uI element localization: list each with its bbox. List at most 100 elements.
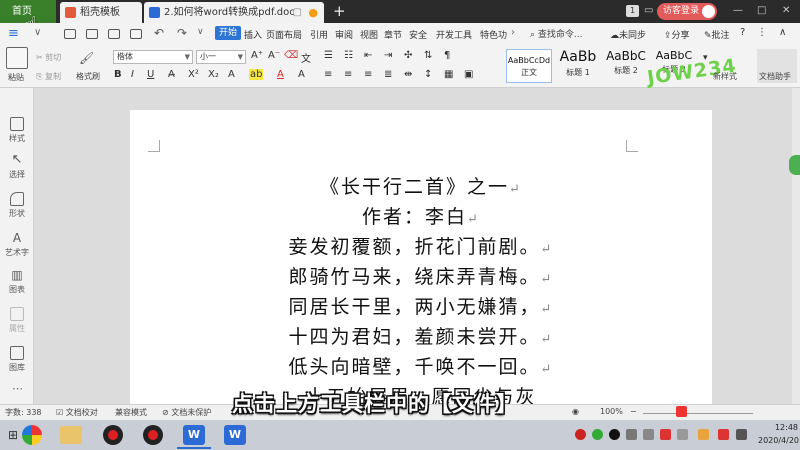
left-tool-style[interactable]: 样式 <box>0 117 34 144</box>
sort-icon[interactable]: ⇅ <box>424 50 432 61</box>
qq-tray-icon[interactable] <box>609 429 620 440</box>
strikethrough-icon[interactable]: A̶ <box>168 69 175 80</box>
menu-tab-reference[interactable]: 引用 <box>310 28 328 41</box>
style-heading-1[interactable]: AaBb 标题 1 <box>555 49 601 83</box>
left-tool-word-art[interactable]: A 艺术字 <box>0 231 34 258</box>
wps-writer-icon[interactable]: W <box>224 425 246 445</box>
volume-icon[interactable] <box>736 429 747 440</box>
style-normal[interactable]: AaBbCcDd 正文 <box>506 49 552 83</box>
more-icon[interactable]: ⋮ <box>757 27 767 38</box>
menu-tab-features[interactable]: 特色功 <box>480 28 507 41</box>
menu-tab-start[interactable]: 开始 <box>215 26 241 40</box>
style-heading-2[interactable]: AaBbC 标题 2 <box>603 49 649 83</box>
more-tools-icon[interactable]: ⋯ <box>12 382 23 395</box>
zoom-value[interactable]: 100% <box>600 407 623 416</box>
help-icon[interactable]: ? <box>740 27 745 38</box>
tab-template[interactable]: 稻壳模板 <box>60 2 142 23</box>
zoom-slider[interactable] <box>643 413 753 414</box>
document-page[interactable]: 《长干行二首》之一↵ 作者：李白↵ 妾发初覆额，折花门前剧。↵ 郎骑竹马来，绕床… <box>130 110 712 408</box>
doc-assistant-button[interactable]: 文档助手 <box>757 49 797 83</box>
grow-font-icon[interactable]: A⁺ <box>251 50 263 61</box>
sogou-ime-icon[interactable] <box>676 406 687 417</box>
minimize-icon[interactable]: — <box>733 5 743 16</box>
pinyin-icon[interactable]: 文 <box>301 50 311 65</box>
tab-monitor-icon[interactable]: ▢ <box>293 2 302 23</box>
chevron-down-icon[interactable]: ∨ <box>34 27 41 38</box>
cut-button[interactable]: ✂ 剪切 <box>36 52 61 63</box>
border-icon[interactable]: ▣ <box>464 69 473 80</box>
line-spacing-icon[interactable]: ↕ <box>424 69 432 80</box>
font-size-select[interactable]: 小一 ▼ <box>196 50 246 64</box>
app-tray-icon[interactable] <box>626 429 637 440</box>
shrink-font-icon[interactable]: A⁻ <box>268 50 280 61</box>
chevron-right-icon[interactable]: › <box>511 27 515 38</box>
highlight-icon[interactable]: ab <box>249 69 264 80</box>
app-tray-icon[interactable] <box>643 429 654 440</box>
quick-access-more-icon[interactable]: ∨ <box>197 27 204 37</box>
new-style-button[interactable]: 新样式 <box>713 71 737 82</box>
share-button[interactable]: ⇪分享 <box>664 28 690 41</box>
text-effect-icon[interactable]: A <box>228 69 235 80</box>
distribute-icon[interactable]: ⇹ <box>404 69 412 80</box>
menu-tab-security[interactable]: 安全 <box>409 28 427 41</box>
paste-button[interactable]: 粘贴 <box>8 72 24 83</box>
protect-status[interactable]: ⊘ 文档未保护 <box>162 407 211 418</box>
command-search[interactable]: ⌕ 查找命令... <box>530 27 583 40</box>
wps-writer-icon[interactable]: W <box>183 425 205 445</box>
align-right-icon[interactable]: ≡ <box>364 69 372 80</box>
windows-start-icon[interactable]: ⊞ <box>8 428 18 442</box>
new-tab-button[interactable]: + <box>333 2 346 20</box>
menu-tab-insert[interactable]: 插入 <box>244 28 262 41</box>
copy-button[interactable]: ⎘ 复制 <box>36 71 61 82</box>
menu-tab-developer[interactable]: 开发工具 <box>436 28 472 41</box>
decrease-indent-icon[interactable]: ⇤ <box>364 50 372 61</box>
bold-icon[interactable]: B <box>114 69 122 80</box>
bullet-list-icon[interactable]: ☰ <box>324 50 333 61</box>
underline-icon[interactable]: U <box>147 69 154 80</box>
zoom-out-icon[interactable]: − <box>630 407 637 416</box>
paste-icon[interactable] <box>6 47 28 69</box>
folder-icon[interactable] <box>64 29 76 39</box>
left-tool-property[interactable]: 属性 <box>0 307 34 334</box>
menu-tab-chapter[interactable]: 章节 <box>384 28 402 41</box>
char-border-icon[interactable]: A <box>298 69 305 80</box>
font-color-icon[interactable]: A <box>277 69 284 80</box>
justify-icon[interactable]: ≣ <box>384 69 392 80</box>
menu-tab-review[interactable]: 审阅 <box>335 28 353 41</box>
font-family-select[interactable]: 楷体 ▼ <box>113 50 193 64</box>
styles-more-icon[interactable]: ▾ <box>703 53 708 63</box>
maximize-icon[interactable]: □ <box>757 5 766 16</box>
menu-tab-view[interactable]: 视图 <box>360 28 378 41</box>
side-assistant-tab[interactable] <box>789 155 800 175</box>
shading-icon[interactable]: ▦ <box>444 69 453 80</box>
collapse-ribbon-icon[interactable]: ∧ <box>779 27 786 38</box>
save-icon[interactable] <box>86 29 98 39</box>
left-tool-chart[interactable]: ▥ 图表 <box>0 268 34 295</box>
chrome-icon[interactable] <box>22 425 42 445</box>
app-tray-icon[interactable] <box>660 429 671 440</box>
format-painter-icon[interactable]: 🖌 <box>79 51 94 65</box>
undo-icon[interactable]: ↶ <box>154 26 164 40</box>
comment-button[interactable]: ✎批注 <box>704 28 730 41</box>
export-pdf-icon[interactable] <box>108 29 120 39</box>
recorder-icon[interactable] <box>143 425 163 445</box>
clear-format-icon[interactable]: ⌫ <box>284 50 298 61</box>
redo-icon[interactable]: ↷ <box>177 26 187 40</box>
restore-icon[interactable]: ▭ <box>644 5 653 16</box>
left-tool-select[interactable]: ↖ 选择 <box>0 153 34 180</box>
visitor-login-button[interactable]: 访客登录 <box>657 3 717 20</box>
subscript-icon[interactable]: X₂ <box>208 69 219 80</box>
recorder-icon[interactable] <box>103 425 123 445</box>
left-tool-gallery[interactable]: 图库 <box>0 346 34 373</box>
numbered-list-icon[interactable]: ☷ <box>344 50 353 61</box>
sync-status[interactable]: ☁未同步 <box>610 28 646 41</box>
italic-icon[interactable]: I <box>131 69 134 80</box>
tab-document[interactable]: 2.如何将word转换成pdf.doc ▢ ● <box>144 2 324 23</box>
proofread-button[interactable]: ☑ 文档校对 <box>56 407 98 418</box>
eye-protection-icon[interactable]: ◉ <box>572 407 579 416</box>
align-left-icon[interactable]: ≡ <box>324 69 332 80</box>
format-painter-button[interactable]: 格式刷 <box>76 71 100 82</box>
chinese-layout-icon[interactable]: ✣ <box>404 50 412 61</box>
vertical-scrollbar[interactable] <box>792 88 800 404</box>
app-tray-icon[interactable] <box>698 429 709 440</box>
